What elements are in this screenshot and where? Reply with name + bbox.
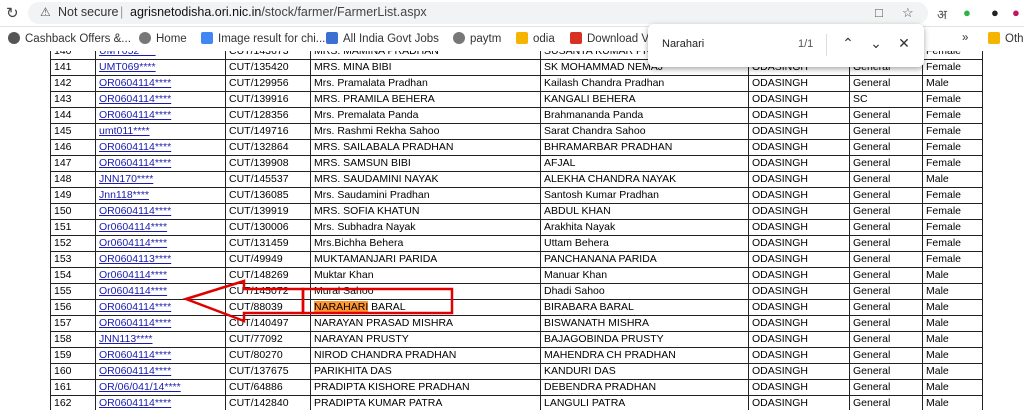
- find-divider: [826, 34, 827, 56]
- chevron-up-icon: ⌃: [842, 35, 854, 51]
- google-icon: [201, 32, 213, 44]
- annotation-overlay: [182, 279, 454, 323]
- folder-icon: [988, 32, 1000, 44]
- star-icon[interactable]: ☆: [902, 5, 914, 21]
- bookmark-favicon-icon: [570, 32, 582, 44]
- annotation-box: [301, 287, 454, 315]
- bookmarks-overflow[interactable]: »: [962, 32, 968, 44]
- url-separator: |: [120, 5, 124, 19]
- page-content: 140 UMT052**** CUT/143673 MRS. MAMINA PRADH…: [0, 51, 1024, 410]
- warning-icon[interactable]: ⚠: [40, 5, 51, 19]
- bookmark-home[interactable]: Home: [139, 32, 187, 45]
- translate-icon[interactable]: अ: [937, 5, 947, 23]
- bookmark-cashback[interactable]: Cashback Offers &...: [8, 32, 131, 45]
- bookmark-govt-jobs[interactable]: All India Govt Jobs: [326, 32, 439, 45]
- extension-icon[interactable]: ●: [963, 5, 971, 20]
- folder-icon: [516, 32, 528, 44]
- bookmark-other[interactable]: Oth: [988, 32, 1024, 45]
- address-bar: ↻ ⚠ Not secure | agrisnetodisha.ori.nic.…: [0, 0, 1024, 27]
- profile-icon[interactable]: ●: [1012, 5, 1020, 20]
- bookmark-favicon-icon: [326, 32, 338, 44]
- url-text[interactable]: agrisnetodisha.ori.nic.in/stock/farmer/F…: [130, 5, 427, 19]
- find-next-button[interactable]: ⌄: [866, 35, 886, 52]
- extension-dark-icon[interactable]: ●: [991, 5, 999, 20]
- globe-icon: [139, 32, 151, 44]
- bookmark-image-result[interactable]: Image result for chi...: [201, 32, 325, 45]
- find-close-button[interactable]: ✕: [894, 35, 914, 52]
- chevron-down-icon: ⌄: [870, 35, 882, 51]
- bookmark-download[interactable]: Download Vi: [570, 32, 651, 45]
- bookmark-favicon-icon: [8, 32, 20, 44]
- globe-icon: [453, 32, 465, 44]
- reload-icon[interactable]: ↻: [6, 4, 19, 22]
- find-count: 1/1: [798, 38, 814, 50]
- url-domain: agrisnetodisha.ori.nic.in: [130, 5, 262, 19]
- find-input[interactable]: Narahari: [662, 38, 704, 50]
- find-prev-button[interactable]: ⌃: [838, 35, 858, 52]
- bookmark-odia[interactable]: odia: [516, 32, 555, 45]
- not-secure-label[interactable]: Not secure: [58, 5, 118, 19]
- close-icon: ✕: [898, 35, 910, 51]
- annotation-arrow: [182, 279, 305, 323]
- url-path: /stock/farmer/FarmerList.aspx: [261, 5, 427, 19]
- find-bar: Narahari 1/1 ⌃ ⌄ ✕: [648, 24, 924, 67]
- page-info-icon[interactable]: □: [875, 5, 883, 20]
- bookmark-paytm[interactable]: paytm: [453, 32, 501, 45]
